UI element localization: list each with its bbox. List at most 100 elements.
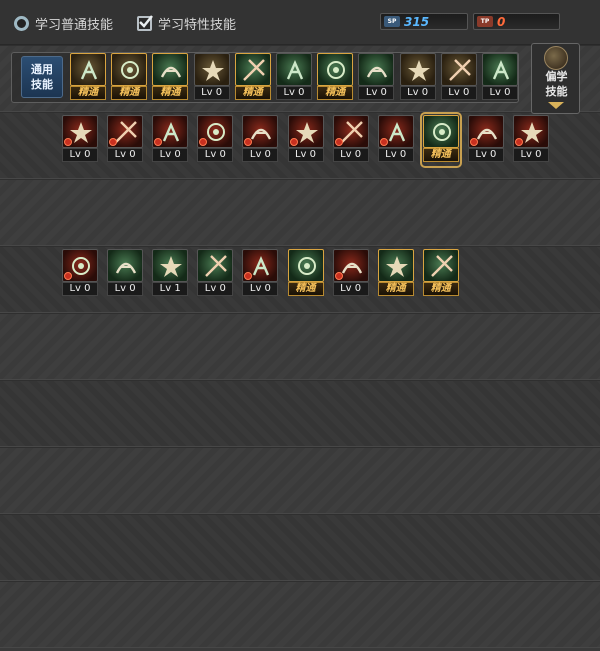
skill-icon — [317, 53, 354, 86]
skill-icon — [467, 115, 504, 148]
skill-icon — [152, 115, 189, 148]
skill-slot[interactable]: Lv 0 — [440, 53, 477, 103]
learn-normal-label: 学习普通技能 — [35, 17, 114, 33]
skill-slot[interactable]: 精通 — [234, 53, 271, 103]
skill-slot[interactable]: Lv 0 — [482, 53, 518, 103]
skill-level: Lv 0 — [287, 148, 324, 162]
skill-icon — [399, 53, 436, 86]
skill-level: Lv 0 — [62, 282, 98, 296]
skill-level: Lv 0 — [242, 282, 279, 296]
status-dot-icon — [469, 138, 478, 146]
skill-level: 精通 — [111, 86, 148, 100]
skill-icon — [242, 249, 279, 282]
skill-icon — [111, 53, 148, 86]
skill-icon — [422, 249, 459, 282]
skill-level: 精通 — [70, 86, 106, 100]
skill-slot[interactable]: 精通 — [377, 249, 414, 299]
skill-level: 精通 — [377, 282, 414, 296]
skill-slot[interactable]: Lv 0 — [152, 115, 189, 165]
skill-level: Lv 0 — [62, 148, 98, 162]
skill-slot[interactable]: Lv 0 — [242, 249, 279, 299]
skill-level: Lv 0 — [482, 86, 518, 100]
skill-level: Lv 0 — [242, 148, 279, 162]
skill-slot[interactable]: Lv 0 — [197, 115, 234, 165]
skill-slot[interactable]: Lv 0 — [197, 249, 234, 299]
status-dot-icon — [334, 138, 343, 146]
skill-icon — [377, 249, 414, 282]
skill-slot[interactable]: Lv 0 — [287, 115, 324, 165]
row-band — [0, 179, 600, 246]
row-band — [0, 514, 600, 581]
status-dot-icon — [515, 138, 523, 146]
skill-slot[interactable]: Lv 0 — [107, 249, 144, 299]
skill-slot[interactable]: 精通 — [419, 112, 462, 168]
status-dot-icon — [379, 138, 388, 146]
skill-level: Lv 0 — [358, 86, 395, 100]
row-band — [0, 380, 600, 447]
skill-slot[interactable]: 精通 — [152, 53, 189, 103]
skill-icon — [62, 249, 98, 282]
skill-level: 精通 — [234, 86, 271, 100]
skill-icon — [62, 115, 98, 148]
skill-level: Lv 0 — [197, 282, 234, 296]
skill-level: Lv 0 — [377, 148, 414, 162]
skill-level: 精通 — [422, 282, 459, 296]
skill-slot[interactable]: Lv 0 — [193, 53, 230, 103]
status-dot-icon — [289, 138, 298, 146]
skill-slot[interactable]: Lv 0 — [242, 115, 279, 165]
skill-slot[interactable]: Lv 0 — [276, 53, 312, 103]
skill-icon — [193, 53, 230, 86]
learn-special-checkbox[interactable]: 学习特性技能 — [137, 13, 236, 33]
skill-level: Lv 0 — [467, 148, 504, 162]
skill-icon — [197, 249, 234, 282]
radio-icon — [14, 15, 29, 31]
skill-level: Lv 0 — [332, 282, 369, 296]
skill-slot[interactable]: 精通 — [422, 249, 459, 299]
skill-level: 精通 — [317, 86, 354, 100]
sub-skill-button[interactable]: 偏学 技能 — [531, 43, 580, 114]
skill-icon — [482, 53, 518, 86]
skill-slot[interactable]: Lv 0 — [399, 53, 436, 103]
skill-icon — [287, 115, 324, 148]
skill-slot[interactable]: 精通 — [70, 53, 106, 103]
sp-points: SP 315 — [380, 13, 468, 30]
skill-slot[interactable]: Lv 0 — [332, 115, 369, 165]
skill-slot[interactable]: 精通 — [111, 53, 148, 103]
skill-level: Lv 0 — [107, 148, 144, 162]
sp-value: 315 — [404, 14, 430, 29]
skill-icon — [440, 53, 477, 86]
skill-slot[interactable]: 精通 — [287, 249, 324, 299]
skill-icon — [70, 53, 106, 86]
skill-level: 精通 — [422, 148, 459, 162]
skill-slot[interactable]: Lv 0 — [62, 115, 98, 165]
checkmark-icon — [137, 14, 153, 31]
skill-icon — [197, 115, 234, 148]
skill-icon — [358, 53, 395, 86]
skill-icon — [287, 249, 324, 282]
skill-icon — [332, 115, 369, 148]
skill-level: Lv 0 — [276, 86, 312, 100]
skill-slot[interactable]: Lv 0 — [513, 115, 549, 165]
skill-slot[interactable]: Lv 0 — [332, 249, 369, 299]
skill-icon — [276, 53, 312, 86]
skill-slot[interactable]: Lv 0 — [358, 53, 395, 103]
skill-slot[interactable]: Lv 1 — [152, 249, 189, 299]
skill-level: Lv 0 — [332, 148, 369, 162]
skill-icon — [152, 53, 189, 86]
skill-level: Lv 0 — [193, 86, 230, 100]
sub-skill-label: 偏学 技能 — [545, 70, 568, 98]
learn-special-label: 学习特性技能 — [158, 17, 237, 33]
learn-normal-radio[interactable]: 学习普通技能 — [14, 13, 113, 33]
skill-icon — [152, 249, 189, 282]
skill-slot[interactable]: Lv 0 — [107, 115, 144, 165]
chevron-down-icon — [548, 102, 564, 109]
skill-slot[interactable]: Lv 0 — [377, 115, 414, 165]
skill-slot[interactable]: 精通 — [317, 53, 354, 103]
skill-slot[interactable]: Lv 0 — [62, 249, 98, 299]
skill-icon — [107, 249, 144, 282]
skill-slot[interactable]: Lv 0 — [467, 115, 504, 165]
status-dot-icon — [64, 272, 72, 280]
skill-level: Lv 0 — [197, 148, 234, 162]
tp-value: 0 — [497, 14, 506, 29]
skill-icon — [513, 115, 549, 148]
